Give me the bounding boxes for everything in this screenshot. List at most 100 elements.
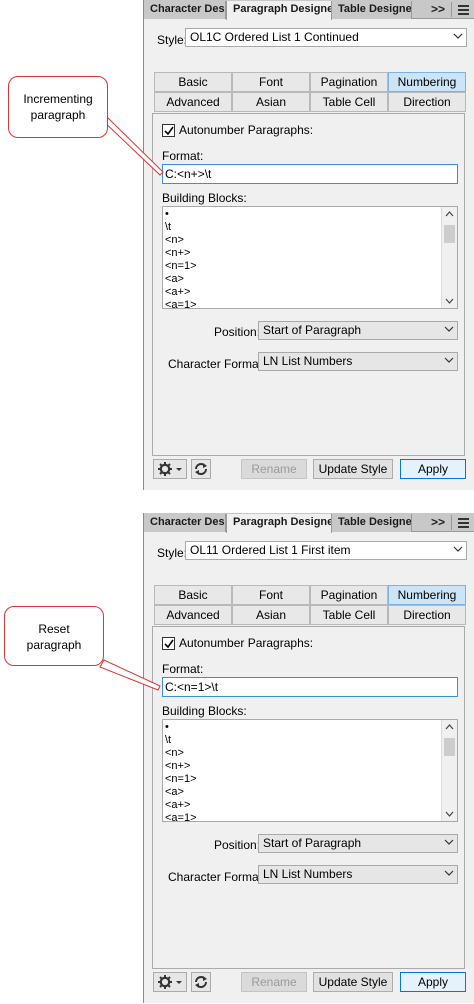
gear-icon <box>158 462 182 476</box>
list-item[interactable]: <n> <box>165 234 184 247</box>
callout-incrementing-paragraph: Incrementing paragraph <box>8 76 108 138</box>
list-item[interactable]: • <box>165 208 169 221</box>
position-select[interactable]: Start of Paragraph <box>258 834 458 853</box>
character-format-label: Character Format: <box>168 870 266 884</box>
scrollbar-thumb[interactable] <box>444 225 455 243</box>
list-item[interactable]: <a=1> <box>165 812 197 821</box>
tab-basic[interactable]: Basic <box>154 72 232 92</box>
style-label: Style: <box>157 546 188 560</box>
tab-advanced[interactable]: Advanced <box>154 92 232 112</box>
update-style-button[interactable]: Update Style <box>313 459 393 479</box>
checkmark-icon <box>164 126 174 136</box>
list-item[interactable]: <a+> <box>165 286 190 299</box>
scroll-down-icon[interactable] <box>445 811 454 817</box>
tab-paragraph-designer[interactable]: Paragraph Designer <box>226 514 332 533</box>
list-item[interactable]: <n=1> <box>165 260 197 273</box>
overflow-tabs-icon[interactable]: >> <box>429 514 447 531</box>
apply-button[interactable]: Apply <box>400 459 466 479</box>
panel-menu-icon[interactable] <box>451 2 474 17</box>
style-select[interactable]: OL11 Ordered List 1 First item <box>185 541 467 560</box>
tab-advanced[interactable]: Advanced <box>154 605 232 625</box>
format-label: Format: <box>162 662 204 676</box>
scroll-down-icon[interactable] <box>445 298 454 304</box>
refresh-icon <box>195 976 207 988</box>
tab-pagination[interactable]: Pagination <box>310 585 388 605</box>
rename-button[interactable]: Rename <box>241 459 307 479</box>
building-blocks-list[interactable]: • \t <n> <n+> <n=1> <a> <a+> <a=1> <box>162 719 458 822</box>
list-item[interactable]: • <box>165 721 169 734</box>
character-format-select[interactable]: LN List Numbers <box>258 352 458 371</box>
building-blocks-label: Building Blocks: <box>162 704 247 718</box>
tab-pagination[interactable]: Pagination <box>310 72 388 92</box>
position-label: Position: <box>214 838 261 852</box>
style-label: Style: <box>157 33 188 47</box>
list-item[interactable]: \t <box>165 221 171 234</box>
tab-character-designer[interactable]: Character Designer <box>144 1 226 19</box>
list-item[interactable]: <a> <box>165 786 184 799</box>
list-item[interactable]: <a=1> <box>165 299 197 308</box>
character-format-select-value: LN List Numbers <box>263 354 353 368</box>
character-format-select-value: LN List Numbers <box>263 867 353 881</box>
tab-asian[interactable]: Asian <box>232 605 310 625</box>
paragraph-designer-panel-1: Character Designer Paragraph Designer Ta… <box>143 0 474 490</box>
gear-icon <box>158 975 182 989</box>
list-item[interactable]: <n+> <box>165 247 190 260</box>
building-blocks-list[interactable]: • \t <n> <n+> <n=1> <a> <a+> <a=1> <box>162 206 458 309</box>
position-select[interactable]: Start of Paragraph <box>258 321 458 340</box>
position-select-value: Start of Paragraph <box>263 836 362 850</box>
autonumber-checkbox[interactable] <box>162 124 175 137</box>
update-style-button[interactable]: Update Style <box>313 972 393 992</box>
building-blocks-scrollbar[interactable] <box>441 720 457 821</box>
scrollbar-thumb[interactable] <box>444 738 455 756</box>
tab-table-cell[interactable]: Table Cell <box>310 605 388 625</box>
list-item[interactable]: <a+> <box>165 799 190 812</box>
refresh-button[interactable] <box>191 972 211 992</box>
tab-table-cell[interactable]: Table Cell <box>310 92 388 112</box>
settings-menu-button[interactable] <box>153 972 187 992</box>
tab-table-designer[interactable]: Table Designer <box>332 1 412 19</box>
panel-tab-bar: Character Designer Paragraph Designer Ta… <box>144 513 474 533</box>
apply-button[interactable]: Apply <box>400 972 466 992</box>
position-label: Position: <box>214 325 261 339</box>
list-item[interactable]: <a> <box>165 273 184 286</box>
scroll-up-icon[interactable] <box>445 724 454 730</box>
panel-menu-icon[interactable] <box>451 515 474 530</box>
callout-line: Incrementing <box>23 92 93 106</box>
settings-menu-button[interactable] <box>153 459 187 479</box>
scroll-up-icon[interactable] <box>445 211 454 217</box>
rename-button[interactable]: Rename <box>241 972 307 992</box>
autonumber-label: Autonumber Paragraphs: <box>179 123 314 137</box>
list-item[interactable]: <n> <box>165 747 184 760</box>
overflow-tabs-icon[interactable]: >> <box>429 1 447 18</box>
tab-numbering[interactable]: Numbering <box>388 72 466 92</box>
position-select-value: Start of Paragraph <box>263 323 362 337</box>
tab-font[interactable]: Font <box>232 585 310 605</box>
character-format-select[interactable]: LN List Numbers <box>258 865 458 884</box>
panel-tab-bar: Character Designer Paragraph Designer Ta… <box>144 0 474 20</box>
tab-basic[interactable]: Basic <box>154 585 232 605</box>
tab-font[interactable]: Font <box>232 72 310 92</box>
building-blocks-scrollbar[interactable] <box>441 207 457 308</box>
autonumber-checkbox[interactable] <box>162 637 175 650</box>
style-select-value: OL11 Ordered List 1 First item <box>190 543 351 557</box>
checkmark-icon <box>164 639 174 649</box>
refresh-button[interactable] <box>191 459 211 479</box>
format-input[interactable]: C:<n+>\t <box>162 164 458 184</box>
tab-numbering[interactable]: Numbering <box>388 585 466 605</box>
building-blocks-label: Building Blocks: <box>162 191 247 205</box>
format-input[interactable]: C:<n=1>\t <box>162 677 458 697</box>
list-item[interactable]: <n+> <box>165 760 190 773</box>
tab-asian[interactable]: Asian <box>232 92 310 112</box>
list-item[interactable]: <n=1> <box>165 773 197 786</box>
format-label: Format: <box>162 149 204 163</box>
tab-direction[interactable]: Direction <box>388 92 466 112</box>
style-select[interactable]: OL1C Ordered List 1 Continued <box>185 28 467 47</box>
callout-line: paragraph <box>26 638 82 652</box>
tab-direction[interactable]: Direction <box>388 605 466 625</box>
character-format-label: Character Format: <box>168 357 266 371</box>
tab-paragraph-designer[interactable]: Paragraph Designer <box>226 1 332 20</box>
callout-line: paragraph <box>30 108 86 122</box>
tab-table-designer[interactable]: Table Designer <box>332 514 412 532</box>
list-item[interactable]: \t <box>165 734 171 747</box>
tab-character-designer[interactable]: Character Designer <box>144 514 226 532</box>
